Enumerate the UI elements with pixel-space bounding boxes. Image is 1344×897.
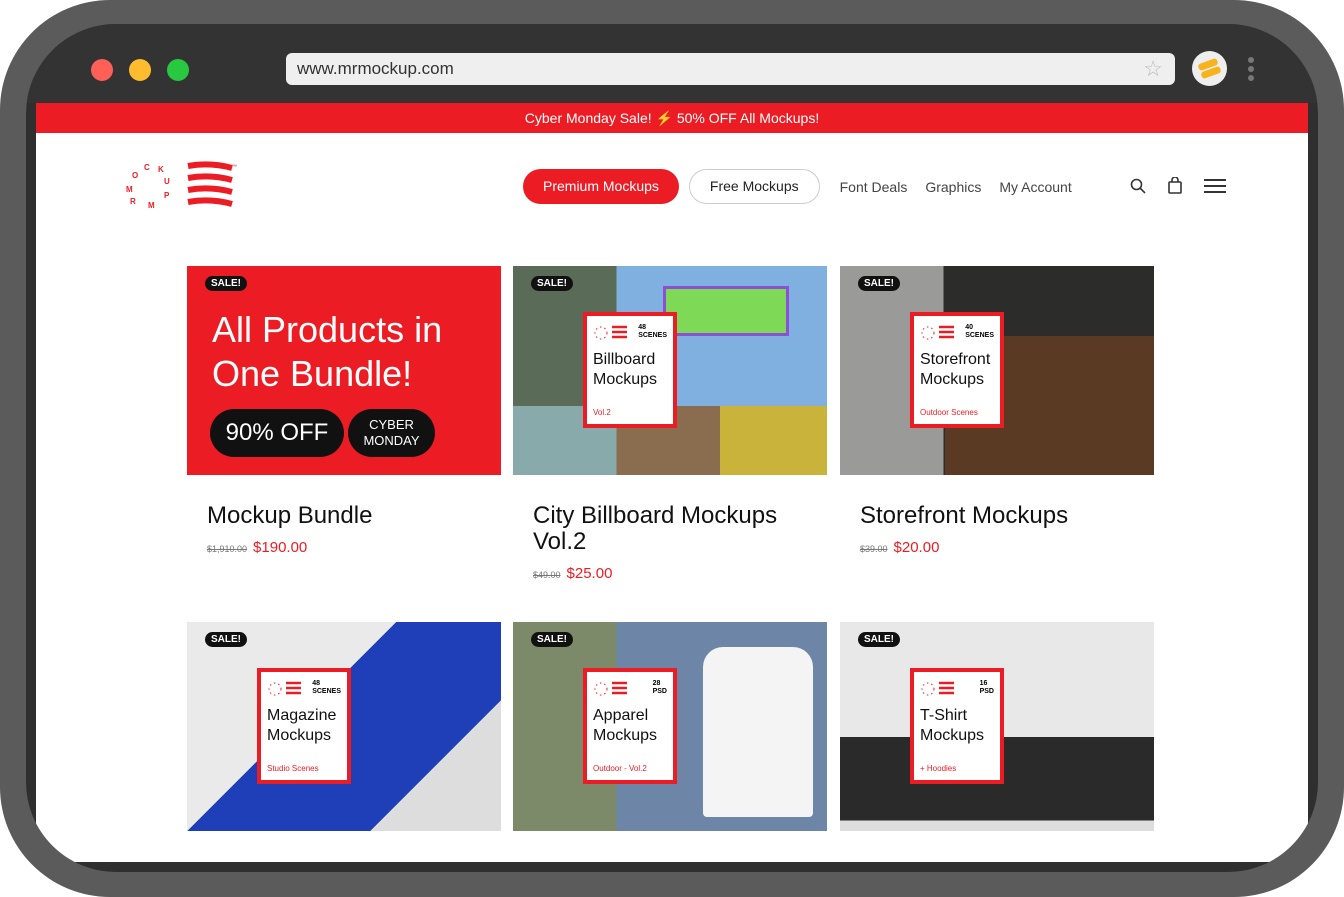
browser-toolbar: www.mrmockup.com ☆ [26,24,1318,103]
scene-count: 40 SCENES [965,324,994,339]
collection-subtitle: + Hoodies [920,764,957,773]
mini-logo-icon [268,681,301,696]
product-image[interactable]: SALE! 48 SCENES Magazine Mockups Studio Scen… [187,622,501,831]
site-logo[interactable]: MOC KUPMR ™ [120,160,240,216]
web-page: Cyber Monday Sale! ⚡ 50% OFF All Mockups… [36,103,1308,862]
collection-name: T-Shirt Mockups [920,707,985,744]
nav-my-account[interactable]: My Account [999,179,1071,195]
product-card[interactable]: SALE! 40 SCENES Storefront Mockups Outdoor S… [840,266,1154,556]
product-price: $1,910.00 $190.00 [207,539,308,556]
url-text: www.mrmockup.com [297,59,454,78]
collection-label: 28 PSD Apparel Mockups Outdoor - Vol.2 [583,668,677,784]
svg-text:U: U [164,177,170,186]
product-image[interactable]: SALE! 16 PSD T-Shirt Mockups + Hoodies [840,622,1154,831]
product-card[interactable]: SALE! 48 SCENES Billboard Mockups Vol.2 City… [513,266,827,582]
sale-badge: SALE! [858,276,900,291]
product-title[interactable]: Mockup Bundle [187,503,501,529]
scene-count: 16 PSD [979,680,994,695]
cyber-monday-pill: CYBER MONDAY [348,409,435,457]
scene-count: 48 SCENES [312,680,341,695]
shopping-bag-icon[interactable] [1168,177,1182,194]
svg-text:R: R [130,197,136,206]
close-window-button[interactable] [91,59,113,81]
mini-logo-icon [921,681,954,696]
product-card[interactable]: SALE! 28 PSD Apparel Mockups Outdoor - Vol.2 [513,622,827,831]
svg-text:K: K [158,165,164,174]
address-bar[interactable]: www.mrmockup.com ☆ [286,53,1175,85]
collection-label: 16 PSD T-Shirt Mockups + Hoodies [910,668,1004,784]
mini-logo-icon [594,325,627,340]
product-price: $49.00 $25.00 [533,565,613,582]
extension-icon[interactable] [1192,51,1227,86]
collection-subtitle: Outdoor Scenes [920,408,978,417]
svg-text:C: C [144,163,150,172]
promo-banner[interactable]: Cyber Monday Sale! ⚡ 50% OFF All Mockups… [36,103,1308,133]
product-price: $39.00 $20.00 [860,539,940,556]
collection-subtitle: Outdoor - Vol.2 [593,764,647,773]
scene-count: 28 PSD [652,680,667,695]
browser-window: www.mrmockup.com ☆ Cyber Monday Sale! ⚡ 5… [26,24,1318,872]
collection-name: Billboard Mockups [593,351,658,388]
discount-pill: 90% OFF [210,409,344,457]
product-card[interactable]: SALE! 16 PSD T-Shirt Mockups + Hoodies [840,622,1154,831]
svg-text:M: M [126,185,133,194]
site-header: MOCKUPMR ™ Premium Mockups Free Mockups … [36,133,1308,243]
mini-logo-icon [594,681,627,696]
free-mockups-button[interactable]: Free Mockups [688,169,820,204]
sale-badge: SALE! [205,632,247,647]
sale-badge: SALE! [205,276,247,291]
main-nav: Premium Mockups Free Mockups Font Deals … [523,169,1080,204]
svg-text:P: P [164,191,170,200]
bookmark-star-icon[interactable]: ☆ [1143,53,1163,85]
nav-font-deals[interactable]: Font Deals [840,179,908,195]
product-card[interactable]: SALE! All Products in One Bundle! 90% OF… [187,266,501,556]
maximize-window-button[interactable] [167,59,189,81]
product-image[interactable]: SALE! All Products in One Bundle! 90% OF… [187,266,501,475]
premium-mockups-button[interactable]: Premium Mockups [523,169,679,204]
collection-subtitle: Studio Scenes [267,764,319,773]
collection-label: 48 SCENES Billboard Mockups Vol.2 [583,312,677,428]
collection-name: Apparel Mockups [593,707,658,744]
sale-badge: SALE! [858,632,900,647]
tshirt-graphic [703,647,813,817]
product-image[interactable]: SALE! 40 SCENES Storefront Mockups Outdoor S… [840,266,1154,475]
product-image[interactable]: SALE! 28 PSD Apparel Mockups Outdoor - Vol.2 [513,622,827,831]
scene-count: 48 SCENES [638,324,667,339]
sale-badge: SALE! [531,276,573,291]
billboard-graphic [663,286,789,336]
sale-badge: SALE! [531,632,573,647]
svg-text:™: ™ [232,164,237,170]
hamburger-menu-icon[interactable] [1204,178,1226,193]
search-icon[interactable] [1130,178,1146,194]
nav-graphics[interactable]: Graphics [925,179,981,195]
mini-logo-icon [921,325,954,340]
product-image[interactable]: SALE! 48 SCENES Billboard Mockups Vol.2 [513,266,827,475]
collection-name: Storefront Mockups [920,351,991,388]
hero-headline: All Products in One Bundle! [212,309,443,394]
svg-text:O: O [132,171,138,180]
collection-subtitle: Vol.2 [593,408,611,417]
browser-menu-icon[interactable] [1248,57,1254,84]
collection-label: 48 SCENES Magazine Mockups Studio Scenes [257,668,351,784]
minimize-window-button[interactable] [129,59,151,81]
product-title[interactable]: Storefront Mockups [840,503,1154,529]
product-card[interactable]: SALE! 48 SCENES Magazine Mockups Studio Scen… [187,622,501,831]
collection-name: Magazine Mockups [267,707,337,744]
svg-text:M: M [148,201,155,210]
collection-label: 40 SCENES Storefront Mockups Outdoor Scenes [910,312,1004,428]
product-title[interactable]: City Billboard Mockups Vol.2 [513,503,827,555]
